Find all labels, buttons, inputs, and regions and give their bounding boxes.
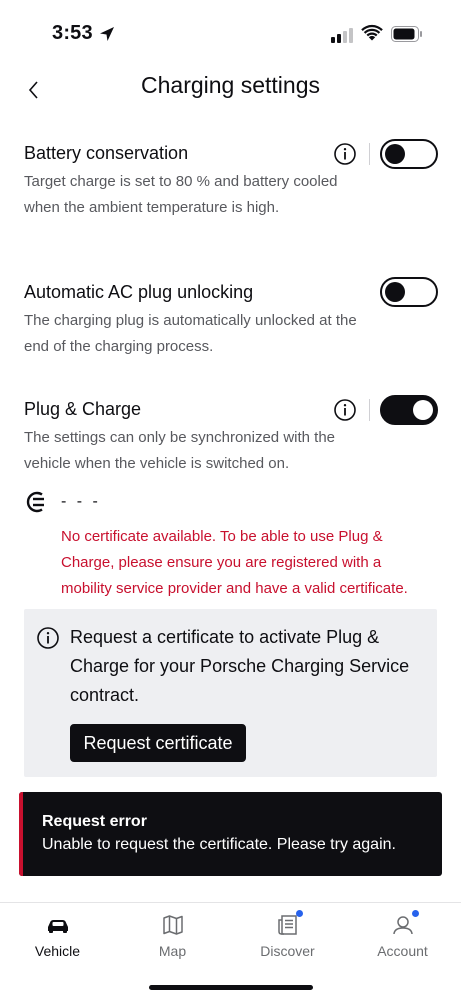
tab-account[interactable]: Account (345, 903, 460, 973)
home-indicator (149, 985, 313, 990)
toast-message: Unable to request the certificate. Pleas… (42, 836, 396, 853)
notification-badge (296, 910, 303, 917)
request-certificate-button[interactable]: Request certificate (70, 724, 246, 762)
setting-description: The settings can only be synchronized wi… (24, 429, 336, 472)
user-icon (392, 916, 413, 935)
toggle-knob (385, 144, 405, 164)
toggle-knob (385, 282, 405, 302)
certificate-error-message: No certificate available. To be able to … (61, 528, 408, 597)
ac-plug-unlocking-toggle[interactable] (380, 277, 438, 307)
divider (369, 399, 370, 421)
car-icon (47, 920, 68, 933)
setting-description: The charging plug is automatically unloc… (24, 312, 357, 355)
toast-error-bar (19, 792, 23, 876)
certificate-info-box: Request a certificate to activate Plug &… (24, 609, 437, 777)
info-icon[interactable] (333, 398, 357, 422)
info-box-text: Request a certificate to activate Plug &… (70, 627, 410, 705)
error-toast: Request error Unable to request the cert… (19, 792, 442, 876)
toast-title: Request error (42, 813, 147, 830)
wifi-icon (361, 24, 383, 41)
certificate-value: - - - (61, 493, 101, 510)
tab-discover[interactable]: Discover (230, 903, 345, 973)
setting-title: Plug & Charge (24, 399, 142, 419)
battery-icon (391, 26, 422, 42)
location-arrow-icon (100, 27, 114, 41)
info-icon (37, 627, 59, 649)
page-title: Charging settings (141, 72, 320, 98)
tab-label: Discover (260, 943, 315, 959)
notification-badge (412, 910, 419, 917)
tab-label: Vehicle (34, 943, 81, 959)
setting-title: Automatic AC plug unlocking (24, 282, 254, 302)
divider (369, 143, 370, 165)
map-icon (162, 915, 183, 935)
plug-and-charge-toggle[interactable] (380, 395, 438, 425)
setting-description: Target charge is set to 80 % and battery… (24, 173, 338, 216)
cellular-signal-icon (331, 28, 353, 43)
battery-conservation-toggle[interactable] (380, 139, 438, 169)
info-icon[interactable] (333, 142, 357, 166)
status-time: 3:53 (52, 22, 93, 44)
tab-map[interactable]: Map (115, 903, 230, 973)
setting-title: Battery conservation (24, 143, 189, 163)
tab-label: Map (158, 943, 187, 959)
tab-label: Account (377, 943, 428, 959)
toggle-knob (413, 400, 433, 420)
status-bar: 3:53 (0, 0, 461, 68)
charging-plug-icon (26, 491, 44, 513)
tab-vehicle[interactable]: Vehicle (0, 903, 115, 973)
